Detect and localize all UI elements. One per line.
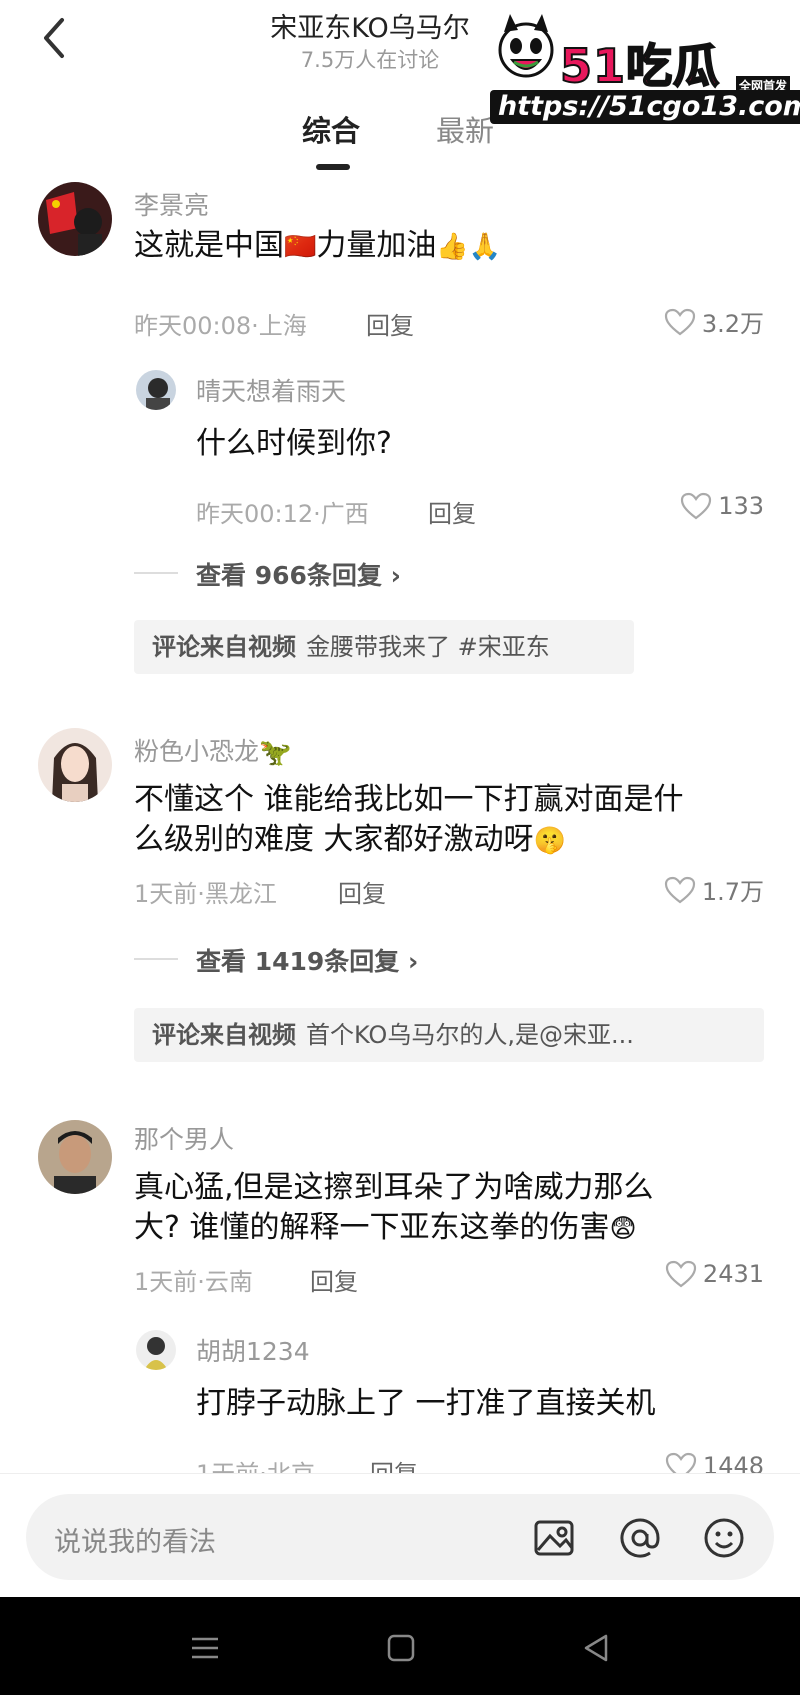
heart-icon [681,492,712,520]
thumbs-pray-emoji-icon: 👍🙏 [436,231,502,262]
comment-time-location: 1天前·黑龙江 [134,880,277,908]
reply-button[interactable]: 回复 [370,1454,418,1473]
username-text: 粉色小恐龙 [134,737,260,766]
watermark-brand: 51吃瓜 [559,38,721,94]
comment-text-line: 么级别的难度 大家都好激动呀🤫 [134,820,764,861]
comment-text-part: 力量加油 [316,228,437,263]
like-count: 3.2万 [701,310,764,338]
fearful-emoji-icon: 😨 [609,1213,637,1244]
reply-button[interactable]: 回复 [366,306,414,341]
reply-button[interactable]: 回复 [310,1262,358,1297]
avatar[interactable] [38,182,112,256]
divider [134,572,178,574]
heart-icon [665,1452,697,1473]
comment-text-part: 么级别的难度 大家都好激动呀 [134,822,534,857]
chevron-right-icon: › [408,947,419,976]
flag-emoji-icon: 🇨🇳 [284,231,317,262]
comment-username[interactable]: 李景亮 [134,186,209,222]
view-more-replies[interactable]: 查看 1419条回复 › [196,942,418,978]
watermark: 51吃瓜 全网首发 https://51cgo13.com [490,10,800,124]
comment-text-line: 大? 谁懂的解释一下亚东这拳的伤害😨 [134,1208,764,1249]
tab-comprehensive[interactable]: 综合 [302,108,360,150]
active-tab-indicator [316,164,350,170]
like-count: 133 [718,492,764,520]
comment-time-location: 1天前·云南 [134,1268,253,1296]
reply-username[interactable]: 晴天想着雨天 [196,372,346,408]
system-nav-bar [0,1597,800,1695]
dinosaur-emoji-icon: 🦖 [259,738,292,768]
back-nav-icon[interactable] [580,1631,614,1665]
avatar[interactable] [136,370,176,410]
source-label: 评论来自视频 [152,1021,296,1049]
like-button[interactable]: 133 [680,492,764,520]
reply-button[interactable]: 回复 [428,494,476,529]
like-button[interactable]: 3.2万 [664,304,764,339]
heart-icon [664,876,695,903]
heart-icon [664,308,695,335]
tab-latest[interactable]: 最新 [436,108,494,150]
comment-username[interactable]: 那个男人 [134,1120,234,1156]
view-more-replies[interactable]: 查看 966条回复 › [196,556,401,592]
chevron-right-icon: › [390,561,401,590]
reply-text: 什么时候到你? [196,426,392,461]
comment-input[interactable]: 说说我的看法 [26,1494,774,1580]
source-text: 首个KO乌马尔的人,是@宋亚... [306,1021,634,1049]
reply-time-location: 1天前·北京 [196,1454,315,1473]
mascot-logo-icon [498,14,554,78]
at-icon[interactable] [616,1514,664,1562]
avatar[interactable] [38,728,112,802]
reply-button[interactable]: 回复 [338,874,386,909]
like-button[interactable]: 1.7万 [664,872,764,907]
shush-emoji-icon: 🤫 [533,825,566,856]
menu-icon[interactable] [188,1631,222,1665]
divider [134,958,178,960]
heart-icon [665,1260,697,1288]
like-count: 1.7万 [701,878,764,906]
comment-text: 这就是中国🇨🇳力量加油👍🙏 [134,226,501,267]
reply-time-location: 昨天00:12·广西 [196,500,369,528]
view-more-label: 查看 1419条回复 [196,947,400,976]
comment-text-line: 不懂这个 谁能给我比如一下打赢对面是什 [134,782,684,817]
comment-text-part: 这就是中国 [134,228,284,263]
avatar[interactable] [38,1120,112,1194]
source-text: 金腰带我来了 #宋亚东 [306,633,550,661]
view-more-label: 查看 966条回复 [196,561,382,590]
avatar[interactable] [136,1330,176,1370]
emoji-icon[interactable] [700,1514,748,1562]
like-count: 1448 [702,1452,764,1473]
comment-text-part: 大? 谁懂的解释一下亚东这拳的伤害 [134,1210,610,1245]
source-label: 评论来自视频 [152,633,296,661]
comment-username[interactable]: 粉色小恐龙🦖 [134,732,291,768]
comment-input-placeholder: 说说我的看法 [54,1527,216,1558]
comment-input-bar: 说说我的看法 [0,1473,800,1603]
reply-username[interactable]: 胡胡1234 [196,1332,310,1368]
like-button[interactable]: 1448 [665,1452,764,1473]
watermark-url: https://51cgo13.com [490,90,800,124]
video-source-card[interactable]: 评论来自视频 金腰带我来了 #宋亚东 [134,620,634,674]
video-source-card[interactable]: 评论来自视频 首个KO乌马尔的人,是@宋亚... [134,1008,764,1062]
comment-text: 真心猛,但是这擦到耳朵了为啥威力那么 大? 谁懂的解释一下亚东这拳的伤害😨 [134,1168,764,1249]
comment-text: 不懂这个 谁能给我比如一下打赢对面是什 么级别的难度 大家都好激动呀🤫 [134,780,764,861]
comment-text-line: 真心猛,但是这擦到耳朵了为啥威力那么 [134,1170,654,1205]
comment-list[interactable]: 李景亮 这就是中国🇨🇳力量加油👍🙏 昨天00:08·上海 回复 3.2万 晴天想… [0,180,800,1473]
home-icon[interactable] [384,1631,418,1665]
comment-time-location: 昨天00:08·上海 [134,312,307,340]
like-button[interactable]: 2431 [665,1260,764,1288]
reply-text: 打脖子动脉上了 一打准了直接关机 [196,1386,656,1421]
like-count: 2431 [702,1260,764,1288]
image-icon[interactable] [530,1514,578,1562]
